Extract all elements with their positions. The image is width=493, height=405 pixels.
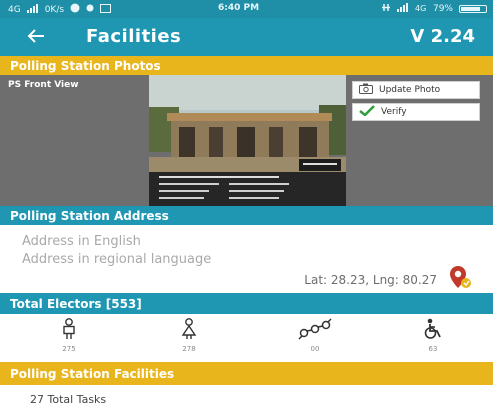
page-title: Facilities <box>86 26 182 47</box>
signal-bars-icon <box>396 3 409 15</box>
back-button[interactable] <box>26 20 46 54</box>
app-bar: Facilities V 2.24 <box>0 18 493 56</box>
vibrate-icon <box>381 3 391 15</box>
electors-row: 275 278 00 63 <box>0 314 493 362</box>
photo-area: PS Front View Update Photo Verify <box>0 75 493 206</box>
app-version: V 2.24 <box>410 26 475 47</box>
address-english-input[interactable]: Address in English <box>22 234 141 249</box>
camera-icon <box>359 83 373 97</box>
male-icon <box>63 318 75 339</box>
notification-dot-icon <box>86 4 94 15</box>
elector-male-count: 275 <box>62 345 76 353</box>
photos-section-header: Polling Station Photos <box>0 56 493 75</box>
address-regional-input[interactable]: Address in regional language <box>22 252 211 267</box>
elector-pwd: 63 <box>408 318 458 353</box>
svg-text:4G: 4G <box>415 4 426 12</box>
photo-label: PS Front View <box>8 80 79 90</box>
lte-icon: 4G <box>415 3 427 15</box>
update-photo-label: Update Photo <box>379 85 441 95</box>
third-gender-icon <box>298 318 332 340</box>
total-tasks: 27 Total Tasks <box>30 393 107 405</box>
map-pin-icon[interactable] <box>447 264 473 294</box>
verify-button[interactable]: Verify <box>352 103 480 121</box>
electors-section-header: Total Electors [553] <box>0 293 493 314</box>
address-panel: Address in English Address in regional l… <box>0 225 493 293</box>
verify-label: Verify <box>381 107 407 117</box>
battery-percent: 79% <box>432 4 453 14</box>
status-time: 6:40 PM <box>218 3 260 13</box>
elector-third-gender: 00 <box>290 318 340 353</box>
update-photo-button[interactable]: Update Photo <box>352 81 480 99</box>
address-section-header: Polling Station Address <box>0 206 493 225</box>
lat-lng-readout: Lat: 28.23, Lng: 80.27 <box>304 273 437 287</box>
message-icon <box>100 3 112 16</box>
net-speed: 0K/s <box>44 4 65 15</box>
arrow-left-icon <box>27 29 44 43</box>
app-notification-icon <box>70 3 80 16</box>
elector-male: 275 <box>44 318 94 353</box>
facilities-section-header: Polling Station Facilities <box>0 362 493 385</box>
elector-female: 278 <box>164 318 214 353</box>
elector-female-count: 278 <box>182 345 196 353</box>
battery-icon <box>459 5 487 13</box>
elector-third-gender-count: 00 <box>310 345 320 353</box>
battery-fill <box>461 7 480 11</box>
signal-icon <box>26 3 39 16</box>
polling-station-photo[interactable] <box>149 75 346 206</box>
checkmark-icon <box>359 105 375 119</box>
wheelchair-icon <box>424 318 441 339</box>
status-bar: 4G 0K/s 6:40 PM 4G 79% <box>0 0 493 18</box>
elector-pwd-count: 63 <box>428 345 438 353</box>
network-type: 4G <box>8 4 21 15</box>
female-icon <box>181 318 197 339</box>
